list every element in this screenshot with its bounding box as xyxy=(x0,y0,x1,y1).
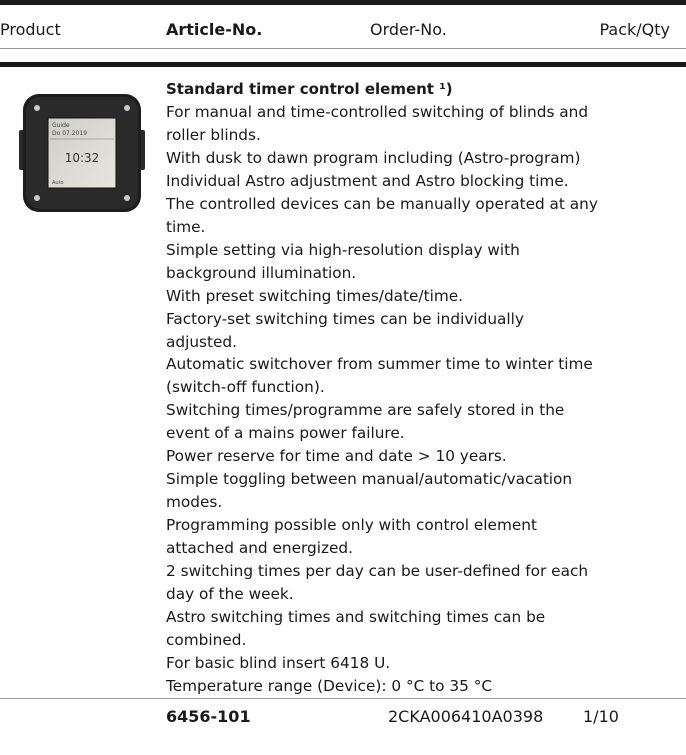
order-number: 2CKA006410A0398 xyxy=(388,707,544,726)
header-divider xyxy=(0,48,686,49)
description-line: Factory-set switching times can be indiv… xyxy=(166,309,524,328)
description-line: Power reserve for time and date > 10 yea… xyxy=(166,447,507,466)
description-line: For basic blind insert 6418 U. xyxy=(166,653,391,672)
product-description: For manual and time-controlled switching… xyxy=(166,101,676,698)
header-pack-qty: Pack/Qty xyxy=(599,20,670,39)
description-line: The controlled devices can be manually o… xyxy=(166,194,598,213)
description-line: Simple setting via high-resolution displ… xyxy=(166,240,520,259)
description-line: time. xyxy=(166,217,206,236)
display-status: Auto xyxy=(52,180,64,186)
description-line: Individual Astro adjustment and Astro bl… xyxy=(166,171,569,190)
description-line: adjusted. xyxy=(166,332,237,351)
description-line: Astro switching times and switching time… xyxy=(166,607,546,626)
display-time: 10:32 xyxy=(65,151,100,165)
description-line: Simple toggling between manual/automatic… xyxy=(166,470,573,489)
description-line: With preset switching times/date/time. xyxy=(166,286,464,305)
description-line: combined. xyxy=(166,630,247,649)
pack-quantity: 1/10 xyxy=(583,707,619,726)
header-article-no: Article-No. xyxy=(166,20,263,39)
description-line: roller blinds. xyxy=(166,125,261,144)
order-row: 6456-101 2CKA006410A0398 1/10 xyxy=(0,707,686,731)
description-line: event of a mains power failure. xyxy=(166,424,405,443)
display-line-2: Do 07.2019 xyxy=(52,130,87,137)
description-line: day of the week. xyxy=(166,585,294,604)
header-product: Product xyxy=(0,20,61,39)
article-number: 6456-101 xyxy=(166,707,251,726)
description-line: (switch-off function). xyxy=(166,378,325,397)
description-line: 2 switching times per day can be user-de… xyxy=(166,562,589,581)
description-line: For manual and time-controlled switching… xyxy=(166,103,589,121)
product-title: Standard timer control element ¹) xyxy=(166,80,453,98)
description-line: Programming possible only with control e… xyxy=(166,516,537,535)
top-rule xyxy=(0,0,686,5)
display-line-1: Guide xyxy=(52,122,70,129)
description-line: Automatic switchover from summer time to… xyxy=(166,355,593,374)
description-line: With dusk to dawn program including (Ast… xyxy=(166,148,581,167)
bottom-divider xyxy=(0,698,686,699)
description-line: Temperature range (Device): 0 °C to 35 °… xyxy=(166,676,493,695)
timer-control-device-image: Guide Do 07.2019 10:32 Auto xyxy=(18,92,146,214)
table-header: Product Article-No. Order-No. Pack/Qty xyxy=(0,20,686,44)
description-line: background illumination. xyxy=(166,263,357,282)
description-line: attached and energized. xyxy=(166,539,353,558)
description-line: Switching times/programme are safely sto… xyxy=(166,401,565,420)
header-order-no: Order-No. xyxy=(370,20,447,39)
row-divider xyxy=(0,62,686,67)
description-line: modes. xyxy=(166,493,223,512)
